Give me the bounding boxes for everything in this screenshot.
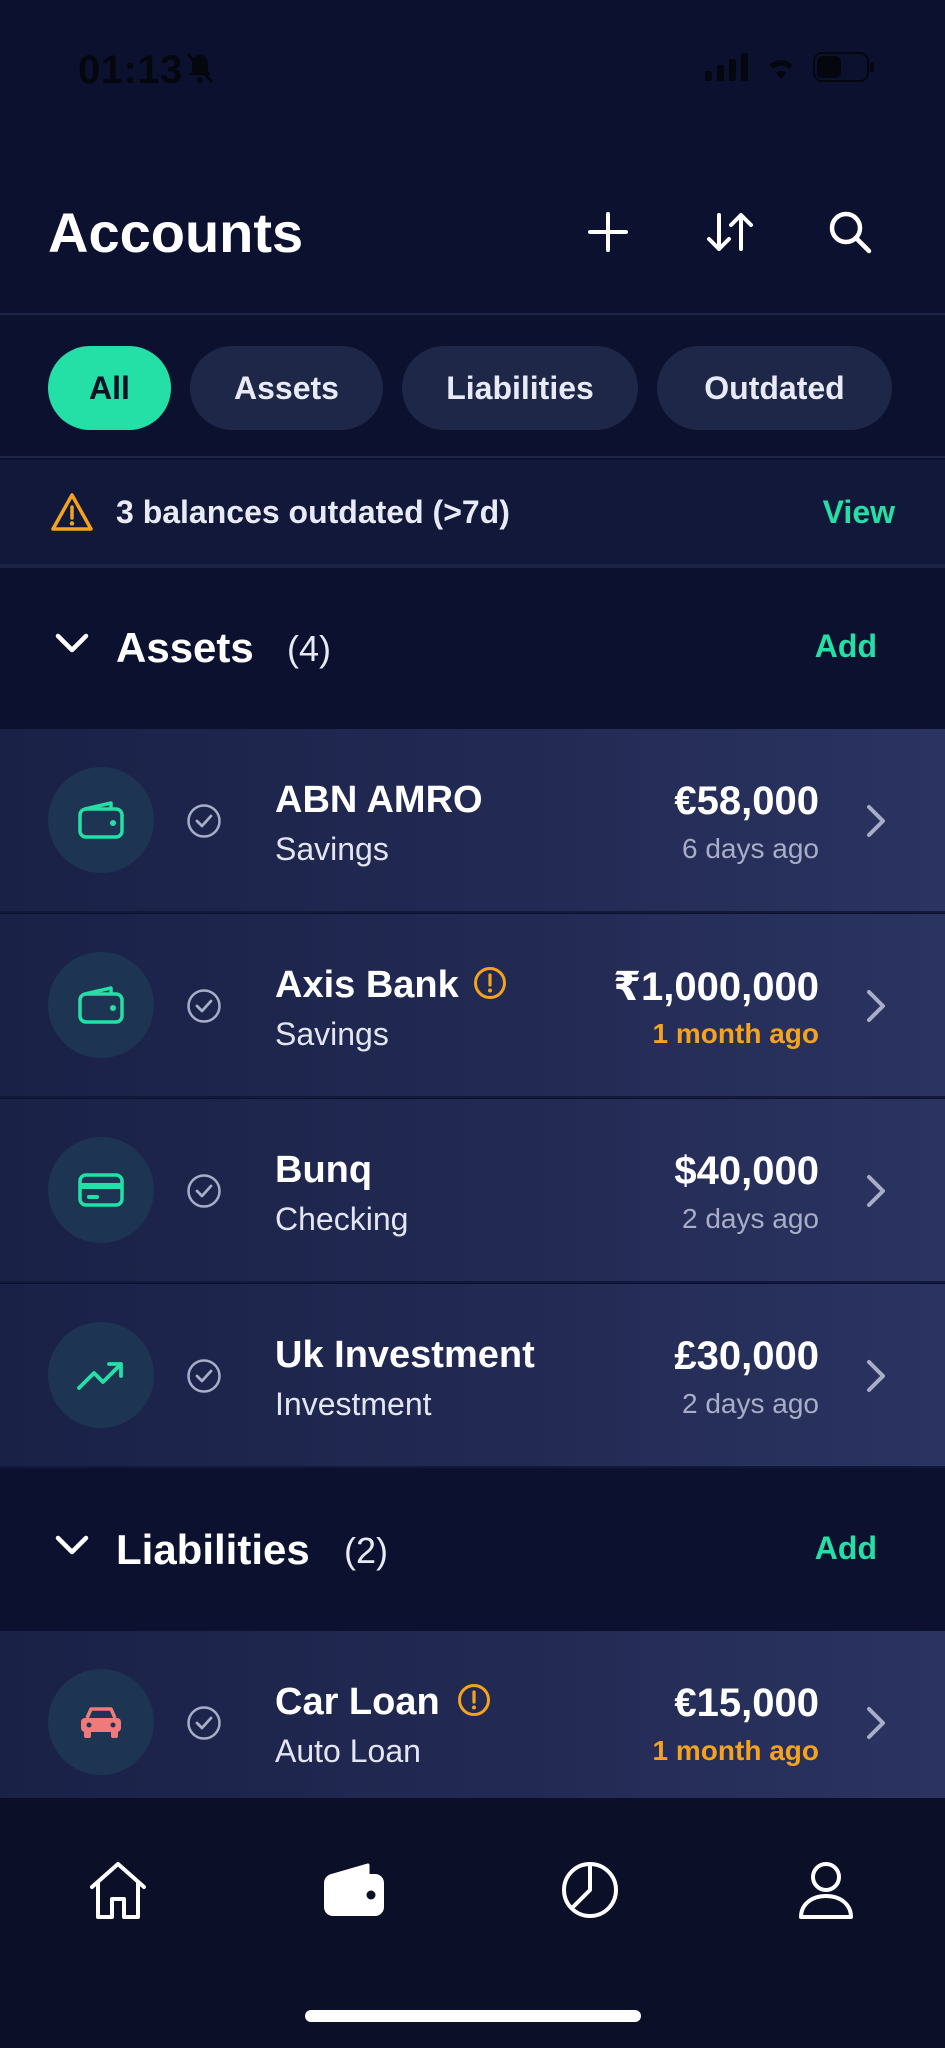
filter-chip-liabilities[interactable]: Liabilities [402, 346, 638, 430]
liability-row[interactable]: Car Loan Auto Loan €15,000 1 month ago [0, 1631, 945, 1798]
status-bar: 01:13 [0, 0, 945, 140]
search-icon [829, 211, 872, 254]
liabilities-section-header[interactable]: Liabilities (2) Add [0, 1474, 945, 1630]
account-balance: $40,000 [674, 1149, 819, 1193]
chevron-right-icon [865, 803, 887, 844]
section-count: (2) [344, 1530, 388, 1571]
account-updated: 2 days ago [682, 1203, 819, 1234]
checkmark-circle-icon[interactable] [186, 803, 222, 844]
account-name: Uk Investment [275, 1334, 535, 1376]
assets-section-header[interactable]: Assets (4) Add [0, 572, 945, 728]
tab-home[interactable] [78, 1850, 158, 1930]
wifi-icon [763, 53, 799, 86]
chevron-right-icon [865, 1358, 887, 1399]
wallet-icon [324, 1863, 384, 1916]
filter-bar: All Assets Liabilities Outdated [0, 316, 945, 458]
account-balance: ₹1,000,000 [613, 965, 819, 1009]
account-updated: 1 month ago [652, 1735, 819, 1766]
filter-chip-all[interactable]: All [48, 346, 171, 430]
checkmark-circle-icon[interactable] [186, 1173, 222, 1214]
section-count: (4) [287, 628, 331, 669]
sort-button[interactable] [698, 200, 762, 264]
page-title: Accounts [48, 201, 304, 264]
chevron-right-icon [865, 988, 887, 1029]
warning-circle-icon [457, 1683, 491, 1722]
tab-bar [0, 1798, 945, 2048]
checkmark-circle-icon[interactable] [186, 1358, 222, 1399]
car-icon [48, 1669, 154, 1775]
section-title: Liabilities [116, 1526, 310, 1573]
status-time: 01:13 [78, 48, 183, 92]
account-updated: 1 month ago [652, 1018, 819, 1049]
account-row[interactable]: ABN AMRO Savings €58,000 6 days ago [0, 729, 945, 913]
header: Accounts [0, 140, 945, 315]
tab-insights[interactable] [550, 1850, 630, 1930]
wallet-icon [48, 952, 154, 1058]
account-balance: £30,000 [674, 1334, 819, 1378]
chevron-down-icon[interactable] [54, 1534, 90, 1563]
battery-icon [813, 52, 875, 87]
outdated-banner: 3 balances outdated (>7d) View [0, 460, 945, 568]
account-type: Investment [275, 1386, 432, 1422]
account-name: ABN AMRO [275, 779, 483, 821]
account-row[interactable]: Uk Investment Investment £30,000 2 days … [0, 1284, 945, 1468]
plus-icon [588, 212, 628, 252]
account-updated: 2 days ago [682, 1388, 819, 1419]
checkmark-circle-icon[interactable] [186, 1705, 222, 1746]
tab-accounts[interactable] [314, 1850, 394, 1930]
section-title: Assets [116, 624, 254, 671]
cellular-signal-icon [705, 53, 749, 86]
home-icon [90, 1862, 146, 1919]
account-type: Savings [275, 831, 389, 867]
account-name: Car Loan [275, 1681, 440, 1723]
tab-profile[interactable] [786, 1850, 866, 1930]
account-name: Bunq [275, 1149, 373, 1191]
account-name: Axis Bank [275, 964, 459, 1006]
chevron-right-icon [865, 1705, 887, 1746]
search-button[interactable] [818, 200, 882, 264]
chevron-down-icon[interactable] [54, 632, 90, 661]
add-asset-button[interactable]: Add [815, 628, 877, 665]
account-updated: 6 days ago [682, 833, 819, 864]
credit-card-icon [48, 1137, 154, 1243]
sort-arrows-icon [707, 213, 753, 251]
account-balance: €58,000 [674, 779, 819, 823]
checkmark-circle-icon[interactable] [186, 988, 222, 1029]
wallet-icon [48, 767, 154, 873]
view-outdated-button[interactable]: View [823, 494, 895, 531]
home-indicator [305, 2010, 641, 2022]
filter-chip-outdated[interactable]: Outdated [657, 346, 892, 430]
pie-chart-icon [562, 1862, 618, 1918]
add-liability-button[interactable]: Add [815, 1530, 877, 1567]
account-row[interactable]: Axis Bank Savings ₹1,000,000 1 month ago [0, 914, 945, 1098]
filter-chip-assets[interactable]: Assets [190, 346, 383, 430]
account-type: Savings [275, 1016, 389, 1052]
account-type: Checking [275, 1201, 409, 1237]
chevron-right-icon [865, 1173, 887, 1214]
account-row[interactable]: Bunq Checking $40,000 2 days ago [0, 1099, 945, 1283]
bell-muted-icon [185, 52, 215, 91]
outdated-banner-text: 3 balances outdated (>7d) [116, 494, 510, 530]
account-balance: €15,000 [674, 1681, 819, 1725]
account-type: Auto Loan [275, 1733, 421, 1769]
profile-icon [799, 1862, 853, 1919]
warning-circle-icon [473, 966, 507, 1005]
warning-triangle-icon [50, 492, 94, 537]
trending-up-icon [48, 1322, 154, 1428]
add-account-button[interactable] [576, 200, 640, 264]
